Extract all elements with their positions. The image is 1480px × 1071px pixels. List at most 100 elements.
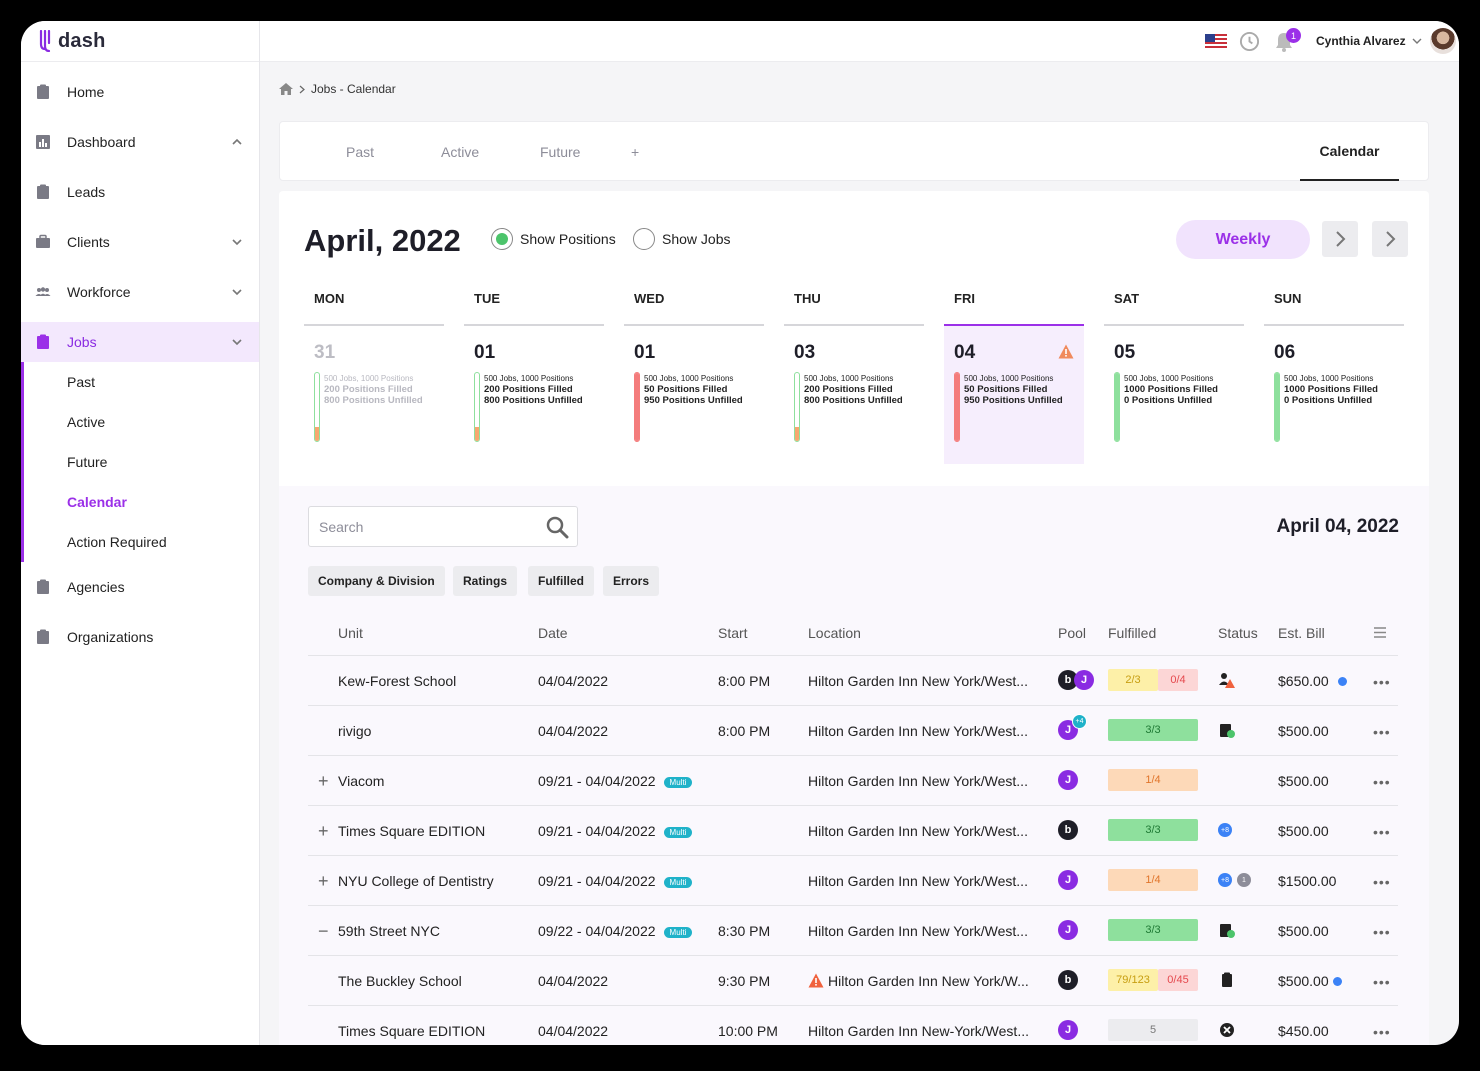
row-unit[interactable]: The Buckley School [338,973,462,989]
more-icon[interactable]: ••• [1373,874,1390,890]
table-row[interactable]: Kew-Forest School 04/04/2022 8:00 PM Hil… [308,656,1398,706]
info-icon[interactable] [1332,976,1342,986]
day-column[interactable]: MON 31 500 Jobs, 1000 Positions 200 Posi… [304,291,444,464]
day-cell[interactable]: 04 500 Jobs, 1000 Positions 50 Positions… [944,326,1084,464]
sidebar-item-dashboard[interactable]: Dashboard [21,122,259,162]
row-unit[interactable]: 59th Street NYC [338,923,440,939]
filter-fulfilled[interactable]: Fulfilled [528,566,594,596]
show-jobs-radio[interactable] [633,228,655,250]
submenu-item-action-required[interactable]: Action Required [67,534,167,550]
info-icon[interactable] [1337,676,1347,686]
expand-row-button[interactable]: + [318,871,329,892]
submenu-item-future[interactable]: Future [67,454,107,470]
tab-calendar[interactable]: Calendar [1300,122,1399,181]
user-name[interactable]: Cynthia Alvarez [1316,34,1406,48]
submenu-item-calendar[interactable]: Calendar [67,494,127,510]
expand-row-button[interactable]: + [318,771,329,792]
more-icon[interactable]: ••• [1373,924,1390,940]
col-status[interactable]: Status [1218,625,1258,641]
day-column[interactable]: WED 01 500 Jobs, 1000 Positions 50 Posit… [624,291,764,464]
day-cell[interactable]: 01 500 Jobs, 1000 Positions 50 Positions… [624,326,764,464]
column-settings-icon[interactable] [1373,626,1387,639]
clipboard-check-icon[interactable] [1218,721,1236,739]
chevron-down-icon[interactable] [1412,36,1422,46]
more-icon[interactable]: ••• [1373,774,1390,790]
table-row[interactable]: Times Square EDITION 04/04/2022 10:00 PM… [308,1006,1398,1045]
sidebar-item-agencies[interactable]: Agencies [21,567,259,607]
col-fulfilled[interactable]: Fulfilled [1108,625,1156,641]
more-icon[interactable]: ••• [1373,724,1390,740]
submenu-item-past[interactable]: Past [67,374,95,390]
show-positions-radio[interactable] [491,228,513,250]
row-unit[interactable]: Kew-Forest School [338,673,456,689]
more-icon[interactable]: ••• [1373,1024,1390,1040]
show-positions-label[interactable]: Show Positions [520,231,616,247]
more-icon[interactable]: ••• [1373,824,1390,840]
table-row[interactable]: + Times Square EDITION 09/21 - 04/04/202… [308,806,1398,856]
col-pool[interactable]: Pool [1058,625,1086,641]
day-cell[interactable]: 31 500 Jobs, 1000 Positions 200 Position… [304,326,444,464]
status-more-badge[interactable]: +8 [1218,823,1232,837]
col-est-bill[interactable]: Est. Bill [1278,625,1325,641]
status-more-badge[interactable]: +8 [1218,873,1232,887]
clipboard-icon[interactable] [1218,971,1236,989]
table-row[interactable]: + Viacom 09/21 - 04/04/2022 Multi Hilton … [308,756,1398,806]
sidebar-item-organizations[interactable]: Organizations [21,617,259,657]
tab-active[interactable]: Active [441,144,479,160]
table-row[interactable]: rivigo 04/04/2022 8:00 PM Hilton Garden … [308,706,1398,756]
sidebar-item-home[interactable]: Home [21,72,259,112]
table-row[interactable]: The Buckley School 04/04/2022 9:30 PM Hi… [308,956,1398,1006]
submenu-item-active[interactable]: Active [67,414,105,430]
clipboard-check-icon[interactable] [1218,921,1236,939]
table-row[interactable]: + NYU College of Dentistry 09/21 - 04/04… [308,856,1398,906]
table-row[interactable]: − 59th Street NYC 09/22 - 04/04/2022 Mult… [308,906,1398,956]
expand-row-button[interactable]: + [318,821,329,842]
row-unit[interactable]: Times Square EDITION [338,823,485,839]
search-icon[interactable] [545,515,569,539]
next-week-button[interactable] [1372,221,1408,257]
day-column-selected[interactable]: FRI 04 500 Jobs, 1000 Positions 50 Posit… [944,291,1084,464]
pool-extra-badge[interactable]: +4 [1072,714,1087,729]
home-icon[interactable] [279,83,293,95]
day-cell[interactable]: 06 500 Jobs, 1000 Positions 1000 Positio… [1264,326,1404,464]
col-start[interactable]: Start [718,625,748,641]
show-jobs-label[interactable]: Show Jobs [662,231,730,247]
status-count-badge[interactable]: 1 [1237,873,1251,887]
tab-past[interactable]: Past [346,144,374,160]
day-cell[interactable]: 03 500 Jobs, 1000 Positions 200 Position… [784,326,924,464]
person-warning-icon[interactable] [1218,671,1236,689]
logo[interactable]: dash [21,21,259,62]
close-circle-icon[interactable] [1218,1021,1236,1039]
sidebar-item-leads[interactable]: Leads [21,172,259,212]
collapse-row-button[interactable]: − [318,921,329,942]
clock-icon[interactable] [1239,31,1260,52]
day-cell[interactable]: 05 500 Jobs, 1000 Positions 1000 Positio… [1104,326,1244,464]
sidebar-item-workforce[interactable]: Workforce [21,272,259,312]
filter-errors[interactable]: Errors [603,566,660,596]
col-location[interactable]: Location [808,625,861,641]
day-cell[interactable]: 01 500 Jobs, 1000 Positions 200 Position… [464,326,604,464]
view-mode-button[interactable]: Weekly [1176,220,1310,259]
row-unit[interactable]: NYU College of Dentistry [338,873,494,889]
row-unit[interactable]: rivigo [338,723,371,739]
sidebar-item-jobs[interactable]: Jobs [21,322,259,362]
day-column[interactable]: SUN 06 500 Jobs, 1000 Positions 1000 Pos… [1264,291,1404,464]
avatar[interactable] [1430,28,1456,54]
tab-add[interactable]: + [631,144,639,160]
col-date[interactable]: Date [538,625,568,641]
more-icon[interactable]: ••• [1373,974,1390,990]
filter-company-division[interactable]: Company & Division [308,566,445,596]
row-unit[interactable]: Viacom [338,773,384,789]
filter-ratings[interactable]: Ratings [453,566,518,596]
tab-future[interactable]: Future [540,144,580,160]
row-unit[interactable]: Times Square EDITION [338,1023,485,1039]
search-input[interactable] [319,519,529,535]
sidebar-item-clients[interactable]: Clients [21,222,259,262]
day-column[interactable]: TUE 01 500 Jobs, 1000 Positions 200 Posi… [464,291,604,464]
day-column[interactable]: SAT 05 500 Jobs, 1000 Positions 1000 Pos… [1104,291,1244,464]
us-flag-icon[interactable] [1205,34,1227,48]
day-column[interactable]: THU 03 500 Jobs, 1000 Positions 200 Posi… [784,291,924,464]
more-icon[interactable]: ••• [1373,674,1390,690]
warning-icon[interactable] [808,973,824,988]
col-unit[interactable]: Unit [338,625,363,641]
